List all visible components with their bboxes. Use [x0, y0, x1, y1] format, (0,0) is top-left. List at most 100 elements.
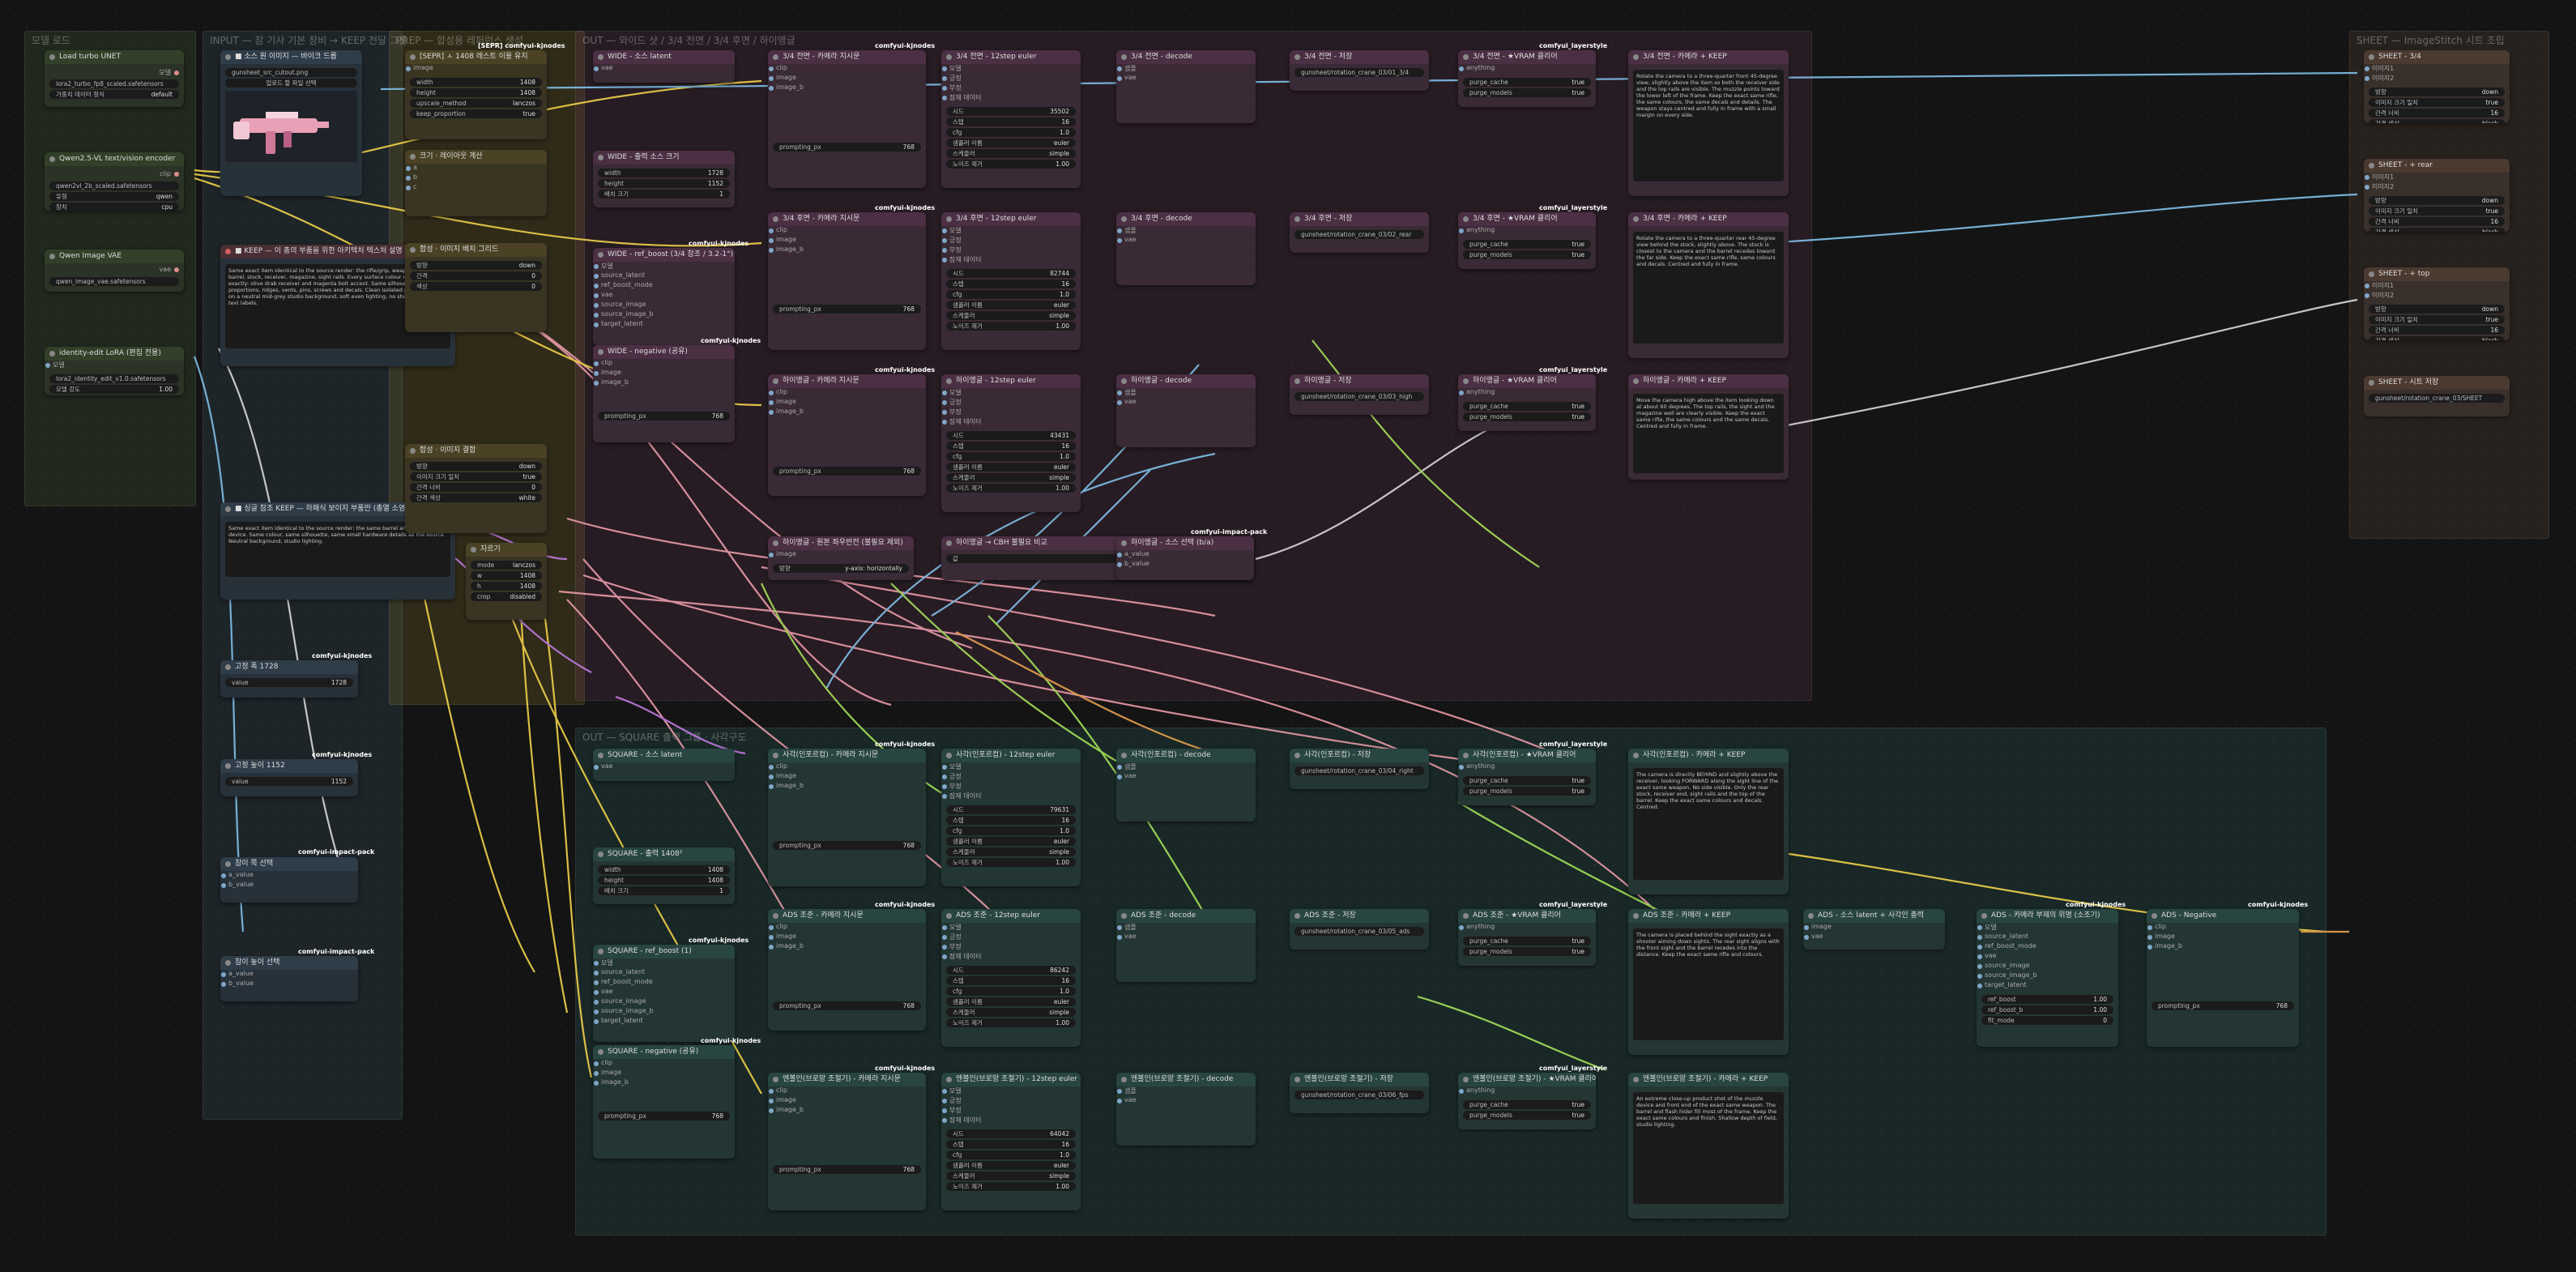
node-r3-save[interactable]: 하이앵글 - 저장 gunsheet/rotation_crane_03/03_…: [1290, 374, 1429, 415]
node-prep-compose[interactable]: 합성 · 이미지 배치 그리드 방향 down 간격 0 색상 0: [405, 243, 547, 332]
node-s3-decode[interactable]: 엔볼인(브로망 조절기) - decode 샘플 vae: [1116, 1073, 1256, 1146]
node-prep-crop[interactable]: 자르기 mode lanczos w 1408 h 1408 crop disabled: [466, 543, 547, 620]
widget-height[interactable]: height 1408: [410, 88, 542, 97]
node-title: SQUARE - 소스 latent: [608, 751, 683, 759]
widget-int-value[interactable]: value 1728: [225, 678, 353, 687]
node-s2-encode[interactable]: ADS 조준 - 카메라 지시문 clip image image_b prompt…: [768, 909, 926, 1031]
node-s1-keep[interactable]: 사각(인포르컵) - 카메라 + KEEP The camera is dire…: [1628, 749, 1789, 894]
node-s1-encode[interactable]: 사각(인포르컵) - 카메라 지시문 clip image image_b prom…: [768, 749, 926, 886]
widget-image-file[interactable]: gunsheet_src_cutout.png: [225, 68, 357, 77]
widget-vae-name[interactable]: qwen_image_vae.safetensors: [49, 277, 179, 286]
node-sheet-3[interactable]: SHEET - + top 이미지1 이미지2 방향 down 이미지 크기 일치 t…: [2364, 267, 2510, 340]
node-load-clip[interactable]: Qwen2.5-VL text/vision encoder clip qwen…: [45, 152, 184, 211]
node-s1-decode[interactable]: 사각(인포르컵) - decode 샘플 vae: [1116, 749, 1256, 822]
node-sheet-1[interactable]: SHEET - 3/4 이미지1 이미지2 방향 down 이미지 크기 일치 tru…: [2364, 50, 2510, 123]
node-s1-sampler[interactable]: 사각(인포르컵) - 12step euler 모델 긍정 부정 잠재 데이터 시드 7…: [941, 749, 1081, 886]
node-sheet-2[interactable]: SHEET - + rear 이미지1 이미지2 방향 down 이미지 크기 일치…: [2364, 159, 2510, 232]
node-s2-latent[interactable]: ADS - 소스 latent + 사각인 총력 image vae: [1803, 909, 1945, 950]
widget-width[interactable]: width 1408: [410, 78, 542, 87]
node-load-unet[interactable]: Load turbo UNET 모델 lora2_turbo_fp8_scale…: [45, 50, 184, 107]
node-s2-vram[interactable]: ADS 조준 - ★VRAM 클리어 anything purge_cache t…: [1458, 909, 1596, 966]
widget-clip-type[interactable]: 유형 qwen: [49, 192, 179, 201]
output-clip[interactable]: clip: [160, 170, 179, 177]
node-title: 하이앵글 → CBH 불필요 비교: [956, 539, 1047, 547]
widget-lora-name[interactable]: lora2_identity_edit_v1.0.safetensors: [49, 374, 179, 383]
node-wide-neg[interactable]: WIDE - negative (공유) clip image image_b …: [593, 345, 735, 442]
node-int-height[interactable]: 고정 높이 1152 value 1152: [220, 759, 358, 796]
node-switch-height[interactable]: 참이 높이 선택 a_value b_value: [220, 956, 358, 1001]
node-s3-save[interactable]: 엔볼인(브로망 조절기) - 저장 gunsheet/rotation_cran…: [1290, 1073, 1429, 1113]
node-s1-vram[interactable]: 사각(인포르컵) - ★VRAM 클리어 anything purge_cach…: [1458, 749, 1596, 805]
node-s2-save[interactable]: ADS 조준 - 저장 gunsheet/rotation_crane_03/0…: [1290, 909, 1429, 950]
node-r3-sampler[interactable]: 하이앵글 - 12step euler 모델 긍정 부정 잠재 데이터 시드 43431…: [941, 374, 1081, 512]
node-r2-encode[interactable]: 3/4 후면 - 카메라 지시문 clip image image_b prompt…: [768, 212, 926, 350]
node-title: ADS - Negative: [2161, 911, 2217, 920]
node-s2-ref[interactable]: ADS - 카메라 부재의 위명 (소조기) 모델 source_latent re…: [1977, 909, 2118, 1047]
input-value[interactable]: a_value: [220, 871, 358, 881]
widget-clip-name[interactable]: qwen2vl_2b_scaled.safetensors: [49, 181, 179, 190]
node-wide-latent[interactable]: WIDE - 소스 latent vae: [593, 50, 735, 83]
output-vae[interactable]: vae: [159, 266, 179, 273]
node-sheet-save[interactable]: SHEET - 시트 저장 gunsheet/rotation_crane_03…: [2364, 376, 2510, 416]
widget-lora-strength[interactable]: 모델 강도 1.00: [49, 385, 179, 394]
input-value-b[interactable]: b_value: [220, 980, 358, 989]
node-compare-b[interactable]: 하이앵글 - 소스 선택 (b/a) a_value b_value: [1116, 536, 1254, 580]
node-title: ■ KEEP — 이 총의 부품을 위한 아키텍처 텍스처 설명: [235, 247, 403, 255]
node-title: ADS 조준 - 카메라 지시문: [783, 911, 864, 920]
widget-int-value[interactable]: value 1152: [225, 777, 353, 786]
node-prep-stitch[interactable]: 합성 · 이미지 결합 방향 down 이미지 크기 일치 true 간격 너비 0 …: [405, 444, 547, 533]
input-image[interactable]: image: [405, 64, 547, 74]
node-r1-keep[interactable]: 3/4 전면 - 카메라 + KEEP Rotate the camera to…: [1628, 50, 1789, 196]
node-sq-neg[interactable]: SQUARE - negative (공유) clip image image_b …: [593, 1045, 735, 1159]
node-switch-width[interactable]: 참이 쪽 선택 a_value b_value: [220, 857, 358, 903]
upload-button[interactable]: 업로드 할 파일 선택: [225, 79, 357, 88]
input-value[interactable]: a_value: [220, 970, 358, 980]
node-load-image[interactable]: ■ 소스 원 이미지 — 바이크 드롭 gunsheet_src_cutout.…: [220, 50, 362, 196]
node-r2-save[interactable]: 3/4 후면 - 저장 gunsheet/rotation_crane_03/0…: [1290, 212, 1429, 253]
node-s2-neg[interactable]: ADS - Negative clip image image_b promptin…: [2147, 909, 2299, 1047]
node-title: 사각(인포르컵) - 저장: [1304, 751, 1371, 759]
node-r3-decode[interactable]: 하이앵글 - decode 샘플 vae: [1116, 374, 1256, 447]
node-r3-keep[interactable]: 하이앵글 - 카메라 + KEEP Move the camera high a…: [1628, 374, 1789, 480]
node-title: 3/4 전면 - ★VRAM 클리어: [1473, 53, 1558, 61]
node-sq-out[interactable]: SQUARE - 출력 1408² width 1408 height 1408 배…: [593, 847, 735, 904]
node-r1-vram[interactable]: 3/4 전면 - ★VRAM 클리어 anything purge_cache t…: [1458, 50, 1596, 107]
node-r1-save[interactable]: 3/4 전면 - 저장 gunsheet/rotation_crane_03/0…: [1290, 50, 1429, 91]
widget-weight-dtype[interactable]: 가중치 데이터 형식 default: [49, 90, 179, 99]
node-r2-sampler[interactable]: 3/4 후면 - 12step euler 모델 긍정 부정 잠재 데이터 시드 827…: [941, 212, 1081, 350]
widget-unet-name[interactable]: lora2_turbo_fp8_scaled.safetensors: [49, 79, 179, 88]
node-s3-keep[interactable]: 엔볼인(브로망 조절기) - 카메라 + KEEP An extreme clo…: [1628, 1073, 1789, 1219]
node-load-vae[interactable]: Qwen Image VAE vae qwen_image_vae.safete…: [45, 250, 184, 292]
node-r1-encode[interactable]: 3/4 전면 - 카메라 지시문 clip image image_b prompt…: [768, 50, 926, 188]
node-s1-save[interactable]: 사각(인포르컵) - 저장 gunsheet/rotation_crane_03…: [1290, 749, 1429, 789]
graph-canvas[interactable]: 모델 로드 INPUT — 참 기사 기본 장비 → KEEP 전달 그룹 PR…: [0, 0, 2576, 1272]
widget-device[interactable]: 장치 cpu: [49, 203, 179, 211]
node-r3-encode[interactable]: 하이앵글 - 카메라 지시문 clip image image_b promptin…: [768, 374, 926, 496]
node-r3-vram[interactable]: 하이앵글 - ★VRAM 클리어 anything purge_cache tru…: [1458, 374, 1596, 431]
input-value-b[interactable]: b_value: [220, 881, 358, 890]
node-r2-decode[interactable]: 3/4 후면 - decode 샘플 vae: [1116, 212, 1256, 285]
node-s2-sampler[interactable]: ADS 조준 - 12step euler 모델 긍정 부정 잠재 데이터 시드 862…: [941, 909, 1081, 1047]
node-r2-keep[interactable]: 3/4 후면 - 카메라 + KEEP Rotate the camera to…: [1628, 212, 1789, 358]
node-resize[interactable]: [SEPR] ㅅ 1408 레스트 이용 유지 image width 1408 …: [405, 50, 547, 139]
node-s3-encode[interactable]: 엔볼인(브로망 조절기) - 카메라 지시문 clip image image_b …: [768, 1073, 926, 1210]
node-wide-ref[interactable]: WIDE - ref_boost (3/4 참조 / 3.2-1°) 모델 so…: [593, 248, 735, 345]
output-model[interactable]: 모델: [159, 68, 179, 77]
node-r1-decode[interactable]: 3/4 전면 - decode 샘플 vae: [1116, 50, 1256, 123]
widget-upscale-method[interactable]: upscale_method lanczos: [410, 99, 542, 108]
node-wide-out[interactable]: WIDE - 출력 소스 크기 width 1728 height 1152 배치 …: [593, 151, 735, 207]
node-r1-sampler[interactable]: 3/4 전면 - 12step euler 모델 긍정 부정 잠재 데이터 시드 355…: [941, 50, 1081, 188]
node-flip[interactable]: 하이앵글 - 원본 좌우반전 (불필요 제외) image 방향 y-axis: …: [768, 536, 914, 580]
node-lora[interactable]: identity-edit LoRA (편집 전용) 모델 lora2_iden…: [45, 347, 184, 395]
node-int-width[interactable]: 고정 폭 1728 value 1728: [220, 660, 358, 698]
node-prep-math[interactable]: 크기 · 레이아웃 계산 abc: [405, 150, 547, 216]
node-sq-ref[interactable]: SQUARE - ref_boost (1) 모델 source_latent re…: [593, 945, 735, 1042]
node-sq-latent[interactable]: SQUARE - 소스 latent vae: [593, 749, 735, 781]
node-r2-vram[interactable]: 3/4 후면 - ★VRAM 클리어 anything purge_cache t…: [1458, 212, 1596, 269]
node-s3-vram[interactable]: 엔볼인(브로망 조절기) - ★VRAM 클리어 anything purge_…: [1458, 1073, 1596, 1129]
node-s3-sampler[interactable]: 엔볼인(브로망 조절기) - 12step euler 모델 긍정 부정 잠재 데이터…: [941, 1073, 1081, 1210]
widget-keep-proportion[interactable]: keep_proportion true: [410, 109, 542, 118]
node-s2-keep[interactable]: ADS 조준 - 카메라 + KEEP The camera is placed…: [1628, 909, 1789, 1055]
input-model[interactable]: 모델: [45, 361, 184, 370]
node-s2-decode[interactable]: ADS 조준 - decode 샘플 vae: [1116, 909, 1256, 982]
